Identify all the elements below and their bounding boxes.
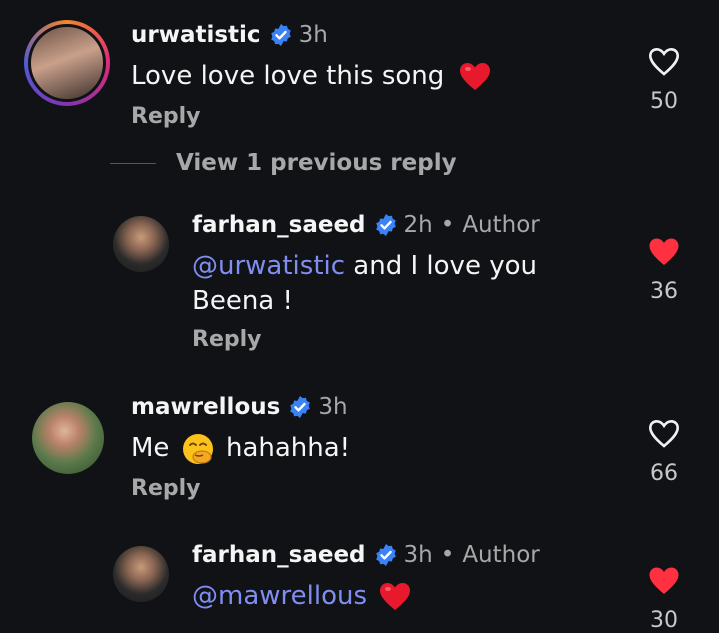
- like-button[interactable]: 36: [634, 237, 694, 304]
- timestamp: 3h: [318, 394, 348, 420]
- author-label: Author: [462, 542, 540, 568]
- view-previous-replies-button[interactable]: View 1 previous reply: [110, 150, 457, 176]
- avatar-urwatistic[interactable]: [24, 20, 110, 106]
- avatar-mawrellous[interactable]: [32, 402, 104, 474]
- timestamp: 2h: [403, 212, 433, 238]
- comment-header: farhan_saeed 3h • Author: [192, 542, 540, 568]
- red-heart-emoji-icon: [380, 582, 411, 610]
- mention-link[interactable]: @mawrellous: [192, 581, 367, 611]
- separator-dot: •: [440, 212, 455, 238]
- username[interactable]: farhan_saeed: [192, 212, 366, 238]
- separator-dot: •: [440, 542, 455, 568]
- verified-badge-icon: [375, 214, 396, 236]
- comment-body-line2: Beena !: [192, 286, 293, 316]
- reply-button[interactable]: Reply: [192, 327, 262, 352]
- like-count: 36: [650, 279, 678, 304]
- username[interactable]: mawrellous: [131, 394, 280, 420]
- comment-body-line1: and I love you: [345, 251, 537, 281]
- like-button[interactable]: 50: [634, 47, 694, 114]
- red-heart-emoji-icon: [459, 62, 490, 90]
- timestamp: 3h: [403, 542, 433, 568]
- comment-text: Me hahahha!: [131, 430, 350, 467]
- heart-outline-icon: [648, 47, 680, 76]
- comment-text: @mawrellous: [192, 578, 411, 615]
- like-count: 30: [650, 608, 678, 633]
- giggle-emoji-icon: [182, 433, 213, 464]
- username[interactable]: farhan_saeed: [192, 542, 366, 568]
- username[interactable]: urwatistic: [131, 22, 261, 48]
- timestamp: 3h: [298, 22, 328, 48]
- comment-header: farhan_saeed 2h • Author: [192, 212, 540, 238]
- divider-line: [110, 162, 156, 164]
- comment-text: Love love love this song: [131, 58, 491, 95]
- like-count: 66: [650, 461, 678, 486]
- avatar-farhan-saeed[interactable]: [113, 546, 169, 602]
- comment-body-before: Me: [131, 433, 170, 463]
- heart-filled-icon: [649, 567, 679, 594]
- heart-filled-icon: [649, 238, 679, 265]
- view-replies-label: View 1 previous reply: [176, 150, 457, 176]
- comment-body: Love love love this song: [131, 61, 445, 91]
- reply-button[interactable]: Reply: [131, 104, 201, 129]
- verified-badge-icon: [270, 24, 291, 46]
- verified-badge-icon: [375, 544, 396, 566]
- like-button[interactable]: 66: [634, 419, 694, 486]
- comment-text: @urwatistic and I love you: [192, 248, 537, 285]
- verified-badge-icon: [290, 396, 311, 418]
- author-label: Author: [462, 212, 540, 238]
- comment-header: urwatistic 3h: [131, 22, 328, 48]
- like-count: 50: [650, 89, 678, 114]
- mention-link[interactable]: @urwatistic: [192, 251, 345, 281]
- avatar-farhan-saeed[interactable]: [113, 216, 169, 272]
- comment-header: mawrellous 3h: [131, 394, 348, 420]
- heart-outline-icon: [648, 419, 680, 448]
- reply-button[interactable]: Reply: [131, 476, 201, 501]
- comment-body-after: hahahha!: [225, 433, 351, 463]
